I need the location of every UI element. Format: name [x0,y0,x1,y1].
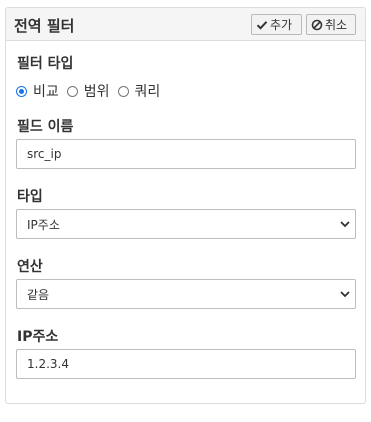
add-button[interactable]: 추가 [251,14,302,35]
ip-address-label: IP주소 [17,329,59,345]
type-select-value: IP주소 [27,217,60,232]
radio-range[interactable]: 범위 [66,81,110,101]
panel-title: 전역 필터 [14,17,75,35]
radio-query-label: 쿼리 [134,84,161,100]
type-select[interactable]: IP주소 [16,209,356,239]
add-button-label: 추가 [270,18,293,32]
chevron-down-icon [339,218,351,230]
ip-address-input[interactable]: 1.2.3.4 [16,349,356,379]
cancel-button[interactable]: 취소 [306,14,356,35]
field-name-label: 필드 이름 [17,119,74,135]
radio-compare-label: 비교 [33,84,59,100]
type-label: 타입 [17,189,43,205]
check-icon [256,19,268,31]
radio-query[interactable]: 쿼리 [117,81,161,101]
radio-range-label: 범위 [83,84,110,100]
radio-query-circle[interactable] [117,85,129,97]
field-name-input[interactable]: src_ip [16,139,356,169]
cancel-button-label: 취소 [325,18,348,32]
radio-range-circle[interactable] [66,85,78,97]
global-filter-panel: 전역 필터 추가 취소 필터 타입 비교 범위 쿼리 필드 이름 src_ip … [5,7,366,404]
operation-select[interactable]: 같음 [16,279,356,309]
filter-type-radio-group: 비교 범위 쿼리 [16,81,168,101]
panel-header: 전역 필터 추가 취소 [6,8,365,41]
operation-select-value: 같음 [27,287,50,302]
field-name-value: src_ip [27,147,62,161]
radio-compare-circle[interactable] [16,85,27,97]
ip-address-value: 1.2.3.4 [27,357,69,371]
operation-label: 연산 [17,259,43,275]
chevron-down-icon [339,288,351,300]
filter-type-label: 필터 타입 [17,56,74,72]
ban-icon [311,19,323,31]
radio-compare[interactable]: 비교 [16,81,59,101]
